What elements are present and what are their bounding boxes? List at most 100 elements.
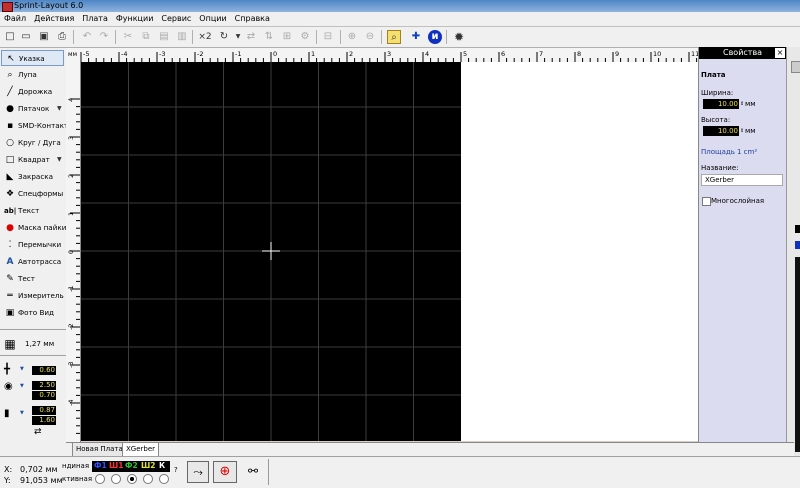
smd-size-icon: ▮ [4,408,10,419]
ruler-label: 4 [425,50,429,58]
mirror-h-icon[interactable]: ⇄ [244,30,258,44]
snap-icon[interactable]: ✚ [409,30,423,44]
layer-f2[interactable]: Ф2 [123,461,140,471]
layer-sh2[interactable]: Ш2 [139,461,157,471]
height-field[interactable]: 10.00 [703,126,739,136]
tool-square[interactable]: □ Квадрат ▼ [1,152,64,168]
pad-size-icon: ◉ [4,381,13,392]
solder-mask-icon: ● [6,223,14,233]
ruler-label: 5 [463,50,467,58]
connect-icon[interactable]: ⤳ [187,461,209,483]
tool-circle[interactable]: ○ Круг / Дуга [1,135,64,151]
tool-zoom[interactable]: ⌕ Лупа [1,67,64,83]
ungroup-icon[interactable]: ⊟ [321,30,335,44]
smd-width-field[interactable]: 0.87 [32,406,56,415]
y-label: Y: [4,476,11,485]
pad-inner-field[interactable]: 0.70 [32,391,56,400]
smd-height-field[interactable]: 1.60 [32,416,56,425]
dropdown-arrow-icon[interactable]: ▼ [20,366,24,372]
layer-selector[interactable]: Ф1 Ш1 Ф2 Ш2 К [92,461,170,472]
layer-radio[interactable] [127,474,137,484]
tool-fill[interactable]: ◣ Закраска [1,169,64,185]
lock-icon[interactable]: ⊕ [345,30,359,44]
ruler-label: 2 [67,174,75,178]
tool-measure[interactable]: ═ Измеритель [1,288,64,304]
dropdown-arrow-icon[interactable]: ▼ [57,101,62,117]
layer-active-label: ктивная [62,475,93,483]
tool-test[interactable]: ✎ Тест [1,271,64,287]
workspace[interactable] [461,62,699,441]
tab-xgerber[interactable]: XGerber [122,443,160,457]
spin-icon[interactable]: ⇕ [740,126,744,136]
menu-help[interactable]: Справка [231,12,274,26]
menu-file[interactable]: Файл [0,12,30,26]
name-input[interactable]: XGerber [701,174,783,186]
tool-track[interactable]: ╱ Дорожка [1,84,64,100]
open-icon[interactable]: ▭ [19,30,33,44]
group-icon[interactable]: ⚙ [298,30,312,44]
save-icon[interactable]: ▣ [37,30,51,44]
pad-outer-field[interactable]: 2.50 [32,381,56,390]
ruler-label: 4 [67,98,75,102]
undo-icon[interactable]: ↶ [80,30,94,44]
ruler-unit: мм [68,51,77,58]
tool-autoroute[interactable]: A Автотрасса [1,254,64,270]
multilayer-checkbox[interactable] [702,197,711,206]
print-icon[interactable]: ⎙ [55,30,69,44]
tab-new-board[interactable]: Новая Плата [72,443,127,457]
info-icon[interactable]: и [428,30,442,44]
tool-photo-view[interactable]: ▣ Фото Вид [1,305,64,321]
tool-pad[interactable]: ● Пятачок ▼ [1,101,64,117]
tool-pointer[interactable]: ↖ Указка [1,50,64,66]
layer-radio[interactable] [95,474,105,484]
tool-jumpers[interactable]: ⁚ Перемычки [1,237,64,253]
unlock-icon[interactable]: ⊖ [363,30,377,44]
paste-icon[interactable]: ▤ [157,30,171,44]
target-icon[interactable]: ⊕ [213,461,237,483]
delete-icon[interactable]: ▥ [175,30,189,44]
track-width-field[interactable]: 0.60 [32,366,56,375]
layer-k[interactable]: К [157,461,167,471]
menu-board[interactable]: Плата [78,12,112,26]
menu-options[interactable]: Опции [195,12,230,26]
layer-radio[interactable] [159,474,169,484]
copy-icon[interactable]: ⧉ [139,30,153,44]
layer-radio[interactable] [111,474,121,484]
dropdown-arrow-icon[interactable]: ▼ [57,152,62,168]
tool-smd[interactable]: ▪ SMD-Контакт [1,118,68,134]
align-icon[interactable]: ⊞ [280,30,294,44]
side-scroll-panel[interactable] [786,47,800,457]
width-field[interactable]: 10.00 [703,99,739,109]
rotate-icon[interactable]: ↻ [217,30,231,44]
tool-specforms[interactable]: ❖ Спецформы [1,186,64,202]
width-unit: мм [745,100,756,108]
dropdown-arrow-icon[interactable]: ▼ [20,410,24,416]
ruler-label: 1 [311,50,315,58]
swap-icon[interactable]: ⇄ [34,427,42,437]
tool-text[interactable]: ab| Текст [1,203,64,219]
grid-selector[interactable]: ▦ 1,27 мм [1,336,64,352]
rotate-dropdown-icon[interactable]: ▼ [231,30,245,44]
layer-radio[interactable] [143,474,153,484]
menu-functions[interactable]: Функции [112,12,158,26]
specforms-icon: ❖ [5,189,15,199]
menu-service[interactable]: Сервис [157,12,195,26]
settings-icon[interactable]: ✹ [452,30,466,44]
mirror-v-icon[interactable]: ⇅ [262,30,276,44]
cut-icon[interactable]: ✂ [121,30,135,44]
menu-actions[interactable]: Действия [30,12,78,26]
ruler-label: -3 [67,362,75,368]
tool-solder-mask[interactable]: ● Маска пайки [1,220,66,236]
pcb-board[interactable] [81,62,461,441]
dropdown-arrow-icon[interactable]: ▼ [20,383,24,389]
link-icon[interactable]: ⚯ [242,461,264,483]
ruler-top: мм -5 -4 -3 -2 -1 0 1 2 3 4 5 6 7 8 9 10 11 [66,48,699,63]
help-icon[interactable]: ? [174,466,178,474]
new-icon[interactable]: □ [3,30,17,44]
x2-button[interactable]: ×2 [197,30,213,44]
search-icon[interactable]: ⌕ [387,30,401,44]
close-icon[interactable]: × [775,48,785,58]
redo-icon[interactable]: ↷ [97,30,111,44]
spin-icon[interactable]: ⇕ [740,99,744,109]
ruler-label: 0 [273,50,277,58]
